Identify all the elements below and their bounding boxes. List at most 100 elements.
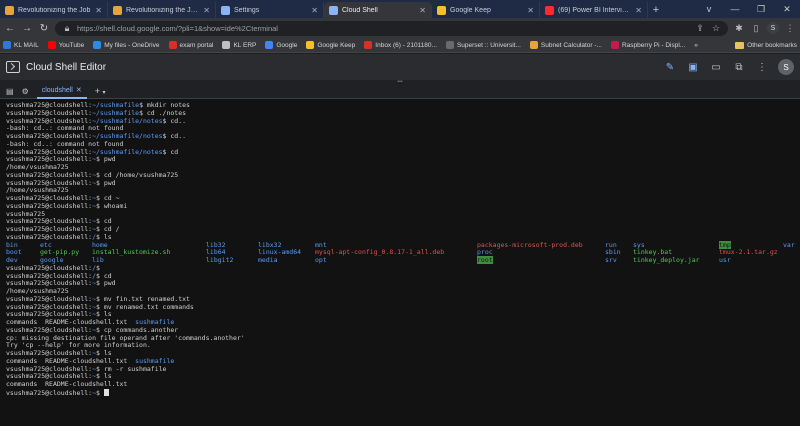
bookmark-item[interactable]: exam portal xyxy=(168,41,214,49)
chevron-down-icon[interactable]: ▾ xyxy=(103,90,106,96)
bookmark-star-icon[interactable]: ☆ xyxy=(710,23,722,34)
tab-favicon-icon xyxy=(221,5,230,15)
command-text: $ pwd xyxy=(96,178,116,187)
bookmark-item[interactable]: YouTube xyxy=(47,41,84,49)
tab-title: Settings xyxy=(234,6,260,14)
terminal-line: vsushma725@cloudshell:~/sushmafile/notes… xyxy=(6,132,794,141)
terminal-line: vsushma725@cloudshell:~$ pwd xyxy=(6,178,794,188)
ls-entry: opt xyxy=(315,256,327,264)
tab-favicon-icon xyxy=(5,5,14,15)
tab-favicon-icon xyxy=(329,5,338,15)
forward-arrow-icon[interactable]: → xyxy=(21,23,33,34)
terminal-output-line: vsushma725 xyxy=(6,209,46,218)
terminal-output[interactable]: vsushma725@cloudshell:~/sushmafile$ mkdi… xyxy=(0,99,800,426)
settings-gear-icon[interactable]: ⚙ xyxy=(22,87,29,96)
close-tab-icon[interactable]: ✕ xyxy=(203,6,210,15)
terminal-toggle-icon[interactable]: ▣ xyxy=(686,62,700,73)
command-text: $ ls xyxy=(96,232,112,241)
reload-icon[interactable]: ↻ xyxy=(38,23,50,34)
bookmark-favicon-icon xyxy=(529,41,538,49)
open-new-window-icon[interactable]: ⧉ xyxy=(732,62,746,73)
terminal-line: vsushma725@cloudshell:~$ pwd xyxy=(6,155,794,164)
more-options-icon[interactable]: ⋮ xyxy=(755,62,769,73)
browser-tab[interactable]: Google Keep ✕ xyxy=(432,2,540,18)
close-tab-icon[interactable]: ✕ xyxy=(311,6,318,15)
bookmark-label: Google xyxy=(276,41,298,49)
ls-entry: proc xyxy=(477,248,493,257)
prompt-user: vsushma725@cloudshell: xyxy=(6,325,93,334)
ls-entry: var xyxy=(783,240,795,249)
bookmark-favicon-icon xyxy=(265,41,274,49)
bookmark-item[interactable]: KL MAIL xyxy=(3,41,39,49)
terminal-line: vsushma725@cloudshell:~$ xyxy=(6,388,794,397)
bookmark-item[interactable]: Subnet Calculator -... xyxy=(529,41,602,49)
browser-tab[interactable]: (69) Power BI Interview Qu ✕ xyxy=(540,2,648,18)
close-tab-icon[interactable]: ✕ xyxy=(419,6,426,15)
bookmark-label: exam portal xyxy=(179,41,214,49)
command-text: $ whoami xyxy=(96,201,128,210)
browser-tab[interactable]: Cloud Shell ✕ xyxy=(324,2,432,18)
url-text[interactable]: https://shell.cloud.google.com/?pli=1&sh… xyxy=(77,24,690,33)
close-tab-icon[interactable]: ✕ xyxy=(95,6,102,15)
tabs-container: Revolutionizing the Job ✕ Revolutionizing … xyxy=(0,2,648,18)
bookmark-item[interactable]: Inbox (6) - 2101180... xyxy=(364,41,437,49)
sidepanel-icon[interactable]: ▯ xyxy=(750,23,762,34)
profile-avatar[interactable]: S xyxy=(767,22,779,34)
bookmark-item[interactable]: KL ERP xyxy=(222,41,256,49)
bookmark-item[interactable]: Superset :: Universit... xyxy=(445,41,521,49)
ls-entry: packages-microsoft-prod.deb xyxy=(477,240,583,249)
bookmark-item[interactable]: Google Keep xyxy=(306,41,355,49)
back-arrow-icon[interactable]: ← xyxy=(4,23,16,34)
other-bookmarks[interactable]: Other bookmarks xyxy=(735,41,797,49)
terminal-line: vsushma725@cloudshell:~$ cd / xyxy=(6,225,794,234)
ls-entry xyxy=(783,257,800,265)
web-preview-icon[interactable]: ▭ xyxy=(709,62,723,73)
close-tab-icon[interactable]: ✕ xyxy=(527,6,534,15)
bookmarks-bar: KL MAIL YouTube My files - OneDrive exam po… xyxy=(0,38,800,53)
browser-tab[interactable]: Settings ✕ xyxy=(216,2,324,18)
terminal-line: vsushma725@cloudshell:~/sushmafile/notes… xyxy=(6,148,794,157)
bookmark-label: KL MAIL xyxy=(14,41,39,49)
bookmark-label: Inbox (6) - 2101180... xyxy=(375,41,437,49)
ls-output-row: dev google lib libgit2 media opt root srv tinkey… xyxy=(6,256,794,265)
terminal-cursor xyxy=(103,388,109,396)
tab-title: (69) Power BI Interview Qu xyxy=(558,6,631,14)
menu-dots-icon[interactable]: ⋮ xyxy=(784,23,796,34)
ls-entry: root xyxy=(477,256,493,264)
terminal-output-line: Try 'cp --help' for more information. xyxy=(6,341,151,350)
bookmarks-overflow-icon[interactable]: » xyxy=(694,42,698,49)
account-avatar[interactable]: S xyxy=(778,59,794,75)
ls-entry: commands xyxy=(6,380,46,388)
close-tab-icon[interactable]: ✕ xyxy=(76,86,82,94)
bookmark-favicon-icon xyxy=(445,41,454,49)
new-tab-button[interactable]: + xyxy=(648,2,664,18)
minimize-button[interactable]: — xyxy=(722,0,748,18)
bookmark-favicon-icon xyxy=(306,41,315,49)
other-bookmarks-label: Other bookmarks xyxy=(747,41,797,49)
terminal-line: vsushma725@cloudshell:/$ xyxy=(6,264,794,273)
bookmark-item[interactable]: Raspberry Pi - Displ... xyxy=(610,41,685,49)
terminal-line: vsushma725@cloudshell:~$ cd xyxy=(6,217,794,226)
close-tab-icon[interactable]: ✕ xyxy=(635,6,642,15)
bookmark-item[interactable]: My files - OneDrive xyxy=(93,41,160,49)
bookmark-item[interactable]: Google xyxy=(265,41,297,49)
terminal-output-line: /home/vsushma725 xyxy=(6,186,69,195)
tab-search-icon[interactable]: v xyxy=(696,0,722,18)
command-text: $ pwd xyxy=(96,279,116,288)
share-icon[interactable]: ⇪ xyxy=(694,23,706,34)
address-bar[interactable]: 🔒︎ https://shell.cloud.google.com/?pli=1… xyxy=(55,20,728,36)
tab-favicon-icon xyxy=(437,5,446,15)
terminal-icon[interactable]: ▤ xyxy=(6,87,14,96)
tab-cloudshell[interactable]: cloudshell ✕ xyxy=(36,84,87,99)
browser-tab[interactable]: Revolutionizing the Job Ma ✕ xyxy=(108,2,216,18)
lock-icon[interactable]: 🔒︎ xyxy=(61,23,73,34)
maximize-button[interactable]: ❐ xyxy=(748,0,774,18)
open-editor-icon[interactable]: ✎ xyxy=(663,62,677,73)
browser-tab[interactable]: Revolutionizing the Job ✕ xyxy=(0,2,108,18)
bookmark-label: Superset :: Universit... xyxy=(456,41,521,49)
extensions-icon[interactable]: ✱ xyxy=(733,23,745,34)
command-text: $ pwd xyxy=(96,155,116,164)
close-window-button[interactable]: ✕ xyxy=(774,0,800,18)
bookmark-favicon-icon xyxy=(364,41,373,49)
add-terminal-button[interactable]: + ▾ xyxy=(95,86,106,96)
